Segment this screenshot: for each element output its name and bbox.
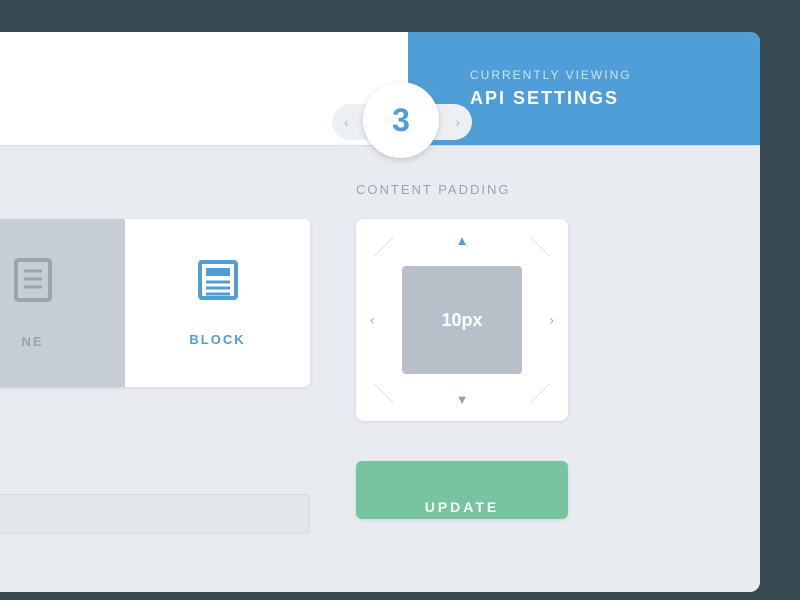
update-button[interactable]: UPDATE [356,461,568,519]
document-outline-icon [13,257,53,308]
block-layout-icon [197,259,239,306]
settings-panel: CURRENTLY VIEWING API SETTINGS ‹ › 3 PTI… [0,32,760,592]
formatting-section-label: ATTING [0,461,310,476]
viewing-title: API SETTINGS [470,88,760,109]
options-card-row: NE BLOCK [0,219,310,387]
step-prev-button[interactable]: ‹ [344,114,349,130]
option-card-inline[interactable]: NE [0,219,125,387]
padding-section-label: CONTENT PADDING [356,182,718,197]
step-number-badge: 3 [363,82,439,158]
content-padding-widget: 10px ▲ ▼ ‹ › [356,219,568,421]
option-inline-label: NE [21,334,43,349]
step-next-button[interactable]: › [455,114,460,130]
padding-value-display: 10px [402,266,522,374]
options-section-label: PTIONS [0,182,310,197]
formatting-control[interactable] [0,494,310,534]
padding-increase-bottom[interactable]: ▼ [456,392,469,407]
option-block-label: BLOCK [189,332,245,347]
padding-increase-left[interactable]: ‹ [370,313,374,328]
padding-increase-top[interactable]: ▲ [456,233,469,248]
padding-increase-right[interactable]: › [550,313,554,328]
viewing-eyebrow: CURRENTLY VIEWING [470,68,760,82]
option-card-block[interactable]: BLOCK [125,219,310,387]
